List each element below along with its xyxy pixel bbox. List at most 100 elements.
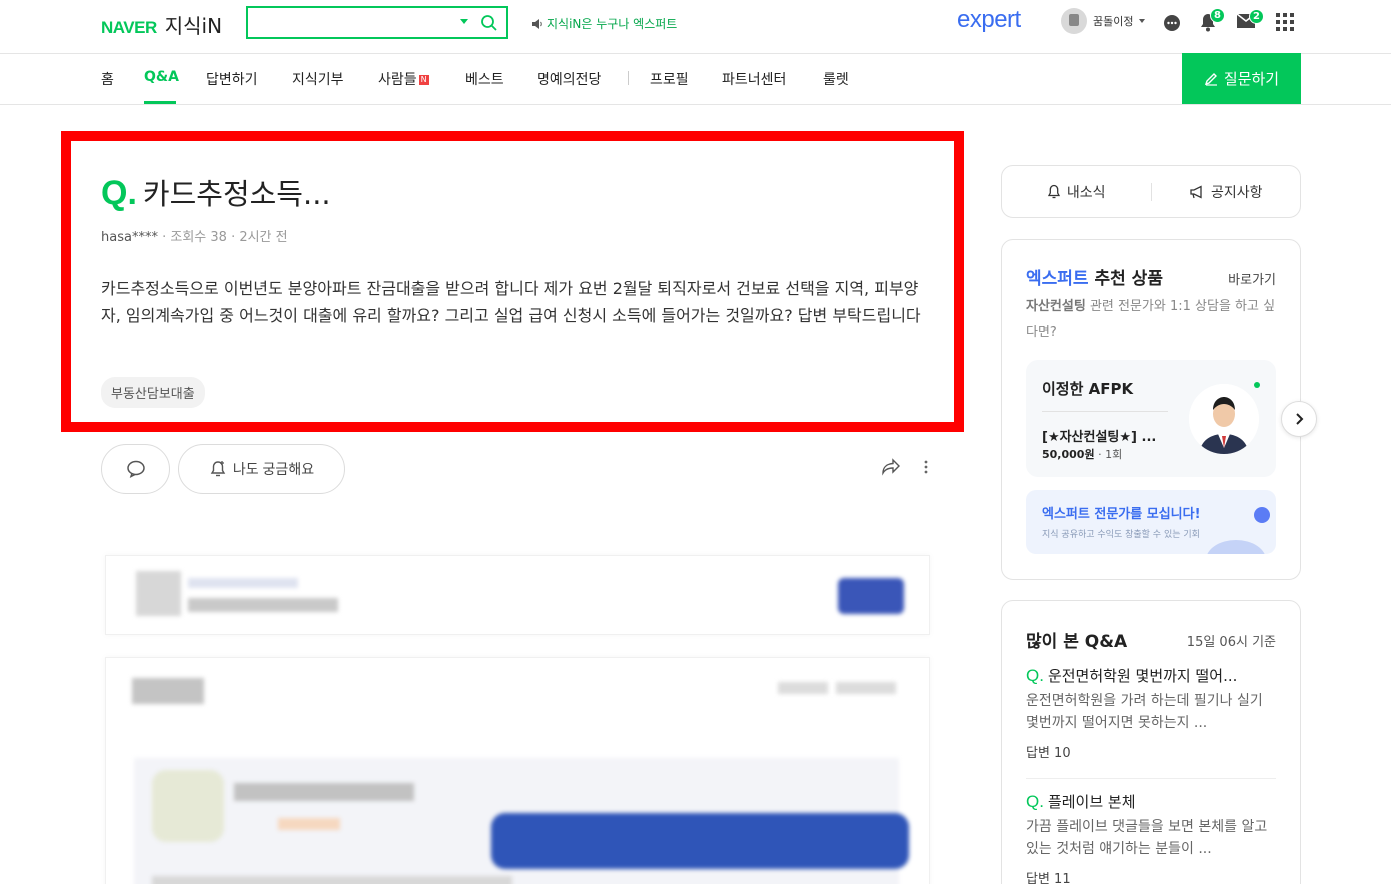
search-dropdown-icon[interactable] (460, 19, 468, 24)
nav-answer[interactable]: 답변하기 (206, 69, 258, 89)
expert-photo (1189, 384, 1259, 454)
notice-label: 공지사항 (1210, 184, 1263, 201)
chat-icon[interactable] (1162, 13, 1182, 33)
notice-tab[interactable]: 공지사항 (1152, 182, 1301, 202)
popular-item-desc: 가끔 플레이브 댓글들을 보면 본체를 알고 있는 것처럼 얘기하는 분들이 .… (1026, 819, 1268, 857)
expert-desc-keyword: 자산컨설팅 (1026, 299, 1086, 314)
question-meta: hasa**** · 조회수 38 · 2시간 전 (101, 230, 288, 245)
mail-button[interactable]: 2 (1236, 9, 1264, 33)
ask-question-button[interactable]: 질문하기 (1182, 53, 1301, 104)
popular-item-desc: 운전면허학원을 가려 하는데 필기나 실기 몇번까지 떨어지면 못하는지 ... (1026, 693, 1263, 731)
recruit-decor (1206, 540, 1266, 554)
announce-link[interactable]: 지식iN은 누구나 엑스퍼트 (531, 15, 677, 32)
nav-qna[interactable]: Q&A (144, 69, 179, 85)
nav-roulette[interactable]: 룰렛 (823, 69, 849, 89)
my-news-tab[interactable]: 내소식 (1002, 182, 1151, 202)
pencil-icon (1204, 72, 1217, 86)
me-too-label: 나도 궁금해요 (232, 461, 315, 477)
expert-shortcut-link[interactable]: 바로가기 (1228, 269, 1276, 288)
q-mark: Q. (1026, 666, 1044, 685)
blurred-text (188, 598, 338, 612)
question-title-text: 카드추정소득... (142, 177, 331, 211)
comment-button[interactable] (101, 444, 170, 494)
nav-donate[interactable]: 지식기부 (292, 69, 344, 89)
chevron-down-icon[interactable] (1139, 19, 1146, 23)
card-divider (1042, 411, 1168, 412)
service-logo[interactable]: 지식iN (165, 10, 222, 39)
bell-icon (1047, 184, 1060, 198)
naver-logo[interactable]: NAVER (101, 18, 157, 38)
view-count: 조회수 38 (170, 230, 227, 245)
user-menu[interactable]: 꿈돌이정 (1061, 8, 1146, 34)
blurred-cta-button (491, 813, 909, 869)
blurred-text (152, 876, 512, 884)
blurred-answer-header (105, 555, 930, 635)
megaphone-icon (1190, 184, 1202, 199)
price-value: 50,000원 (1042, 448, 1095, 461)
search-input[interactable] (248, 8, 448, 37)
blurred-answer-card (105, 657, 930, 884)
carousel-next-button[interactable] (1281, 401, 1317, 437)
popular-item-title[interactable]: Q. 운전면허학원 몇번까지 떨어... (1026, 665, 1276, 686)
my-news-label: 내소식 (1066, 184, 1106, 201)
recruit-subtitle: 지식 공유하고 수익도 창출할 수 있는 기회 (1042, 530, 1200, 540)
nav-profile[interactable]: 프로필 (650, 69, 689, 89)
popular-item[interactable]: Q. 운전면허학원 몇번까지 떨어... 운전면허학원을 가려 하는데 필기나 실… (1026, 665, 1276, 761)
speaker-icon (532, 18, 542, 29)
more-icon[interactable] (923, 458, 929, 476)
blurred-button (838, 578, 904, 614)
product-price: 50,000원 · 1회 (1042, 448, 1123, 461)
author-id[interactable]: hasa**** (101, 230, 158, 245)
nav-people-label: 사람들 (378, 72, 417, 88)
post-time: 2시간 전 (239, 230, 288, 245)
nav-home[interactable]: 홈 (101, 69, 114, 89)
popular-qna-box: 많이 본 Q&A 15일 06시 기준 Q. 운전면허학원 몇번까지 떨어... … (1001, 600, 1301, 884)
popular-item-title[interactable]: Q. 플레이브 본체 (1026, 791, 1276, 812)
apps-grid-icon[interactable] (1276, 13, 1294, 31)
search-icon[interactable] (480, 14, 498, 32)
product-title: [★자산컨설팅★] ... (1042, 430, 1157, 445)
nav-partner[interactable]: 파트너센터 (722, 69, 786, 89)
mail-count-badge: 2 (1249, 9, 1264, 24)
popular-item-title-text: 운전면허학원 몇번까지 떨어... (1047, 667, 1238, 685)
announce-text[interactable]: 지식iN은 누구나 엑스퍼트 (547, 15, 677, 32)
expert-recruit-banner[interactable]: 엑스퍼트 전문가를 모십니다! 지식 공유하고 수익도 창출할 수 있는 기회 (1026, 490, 1276, 554)
popular-item[interactable]: Q. 플레이브 본체 가끔 플레이브 댓글들을 보면 본체를 알고 있는 것처럼 … (1026, 791, 1276, 884)
tag-chip[interactable]: 부동산담보대출 (101, 377, 205, 408)
popular-time: 15일 06시 기준 (1186, 635, 1276, 650)
question-actions: 나도 궁금해요 (101, 444, 941, 494)
expert-logo[interactable]: expert (957, 6, 1021, 34)
popular-item-answers: 답변 11 (1026, 872, 1071, 884)
recruit-title: 엑스퍼트 전문가를 모십니다! (1042, 507, 1201, 522)
recruit-decor (1254, 507, 1270, 523)
avatar[interactable] (1061, 8, 1087, 34)
blurred-text (836, 682, 896, 694)
popular-item-answers: 답변 10 (1026, 746, 1071, 761)
chevron-right-icon (1296, 413, 1304, 425)
username[interactable]: 꿈돌이정 (1093, 13, 1133, 29)
alarm-count-badge: 8 (1210, 8, 1225, 23)
expert-product-card[interactable]: 이정한 AFPK [★자산컨설팅★] ... 50,000원 · 1회 (1026, 360, 1276, 477)
ask-question-label: 질문하기 (1223, 71, 1280, 88)
comment-icon (126, 460, 145, 478)
blurred-image (152, 770, 224, 842)
blurred-text (188, 578, 298, 588)
popular-title: 많이 본 Q&A (1026, 632, 1128, 652)
online-indicator (1254, 382, 1260, 388)
expert-recommend-box: 엑스퍼트 추천 상품 바로가기 자산컨설팅 관련 전문가와 1:1 상담을 하고… (1001, 239, 1301, 580)
nav-hall-of-fame[interactable]: 명예의전당 (537, 69, 601, 89)
expert-portrait-icon (1189, 384, 1259, 454)
nav-best[interactable]: 베스트 (465, 69, 504, 89)
blurred-text (278, 818, 340, 830)
me-too-curious-button[interactable]: 나도 궁금해요 (178, 444, 345, 494)
logo[interactable]: NAVER 지식iN (101, 10, 222, 39)
blurred-avatar (136, 571, 181, 616)
popular-divider (1026, 778, 1276, 779)
blurred-text (132, 678, 204, 704)
nav-people[interactable]: 사람들 N (378, 69, 429, 89)
active-tab-indicator (144, 101, 176, 104)
alarm-button[interactable]: 8 (1199, 8, 1225, 36)
search-box[interactable] (246, 6, 508, 39)
share-icon[interactable] (881, 458, 901, 476)
question-title: Q. 카드추정소득... (101, 171, 331, 213)
